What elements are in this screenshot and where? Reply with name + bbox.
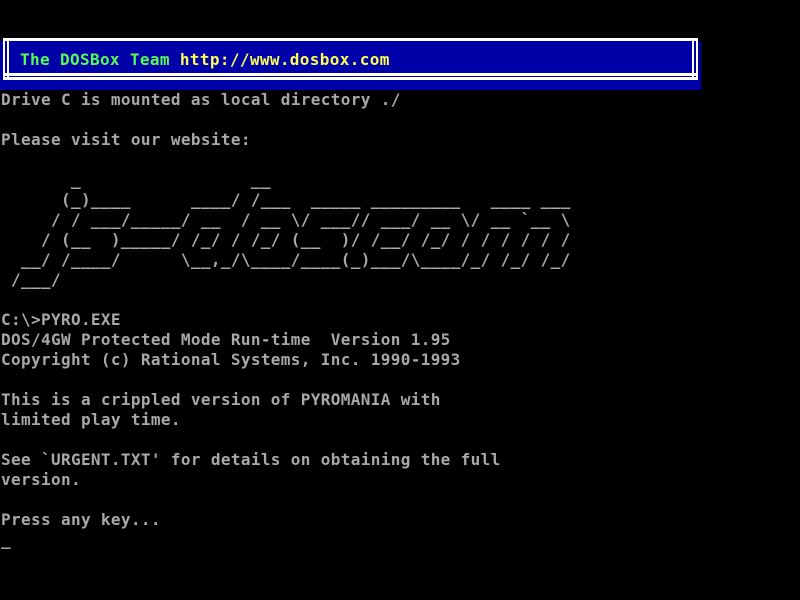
press-any-key-message: Press any key... bbox=[1, 510, 161, 530]
dos4gw-copyright-line: Copyright (c) Rational Systems, Inc. 199… bbox=[1, 350, 461, 370]
banner-border-left-inner bbox=[7, 41, 9, 79]
urgent-notice-line2: version. bbox=[1, 470, 81, 490]
banner-border-left-outer bbox=[3, 41, 5, 79]
banner-border-bottom-outer bbox=[3, 73, 698, 76]
mount-message: Drive C is mounted as local directory ./ bbox=[1, 90, 401, 110]
crippled-notice-line1: This is a crippled version of PYROMANIA … bbox=[1, 390, 441, 410]
urgent-notice-line1: See `URGENT.TXT' for details on obtainin… bbox=[1, 450, 501, 470]
banner-url: http://www.dosbox.com bbox=[180, 50, 390, 69]
command-prompt-line: C:\>PYRO.EXE bbox=[1, 310, 121, 330]
dos-terminal-screen[interactable]: The DOSBox Team http://www.dosbox.com Dr… bbox=[0, 0, 800, 600]
banner-text: The DOSBox Team http://www.dosbox.com bbox=[20, 50, 390, 70]
banner-border-right-outer bbox=[696, 41, 698, 79]
banner-border-top bbox=[3, 38, 698, 41]
crippled-notice-line2: limited play time. bbox=[1, 410, 181, 430]
banner-team-label: The DOSBox Team bbox=[20, 50, 180, 69]
text-cursor: _ bbox=[1, 530, 11, 550]
dos4gw-runtime-line: DOS/4GW Protected Mode Run-time Version … bbox=[1, 330, 451, 350]
jsdos-ascii-logo: _ __ (_)____ ____/ /___ _____ _________ … bbox=[1, 170, 571, 290]
website-prompt: Please visit our website: bbox=[1, 130, 251, 150]
banner-border-right-inner bbox=[692, 41, 694, 79]
banner-border-bottom-inner bbox=[3, 77, 698, 80]
